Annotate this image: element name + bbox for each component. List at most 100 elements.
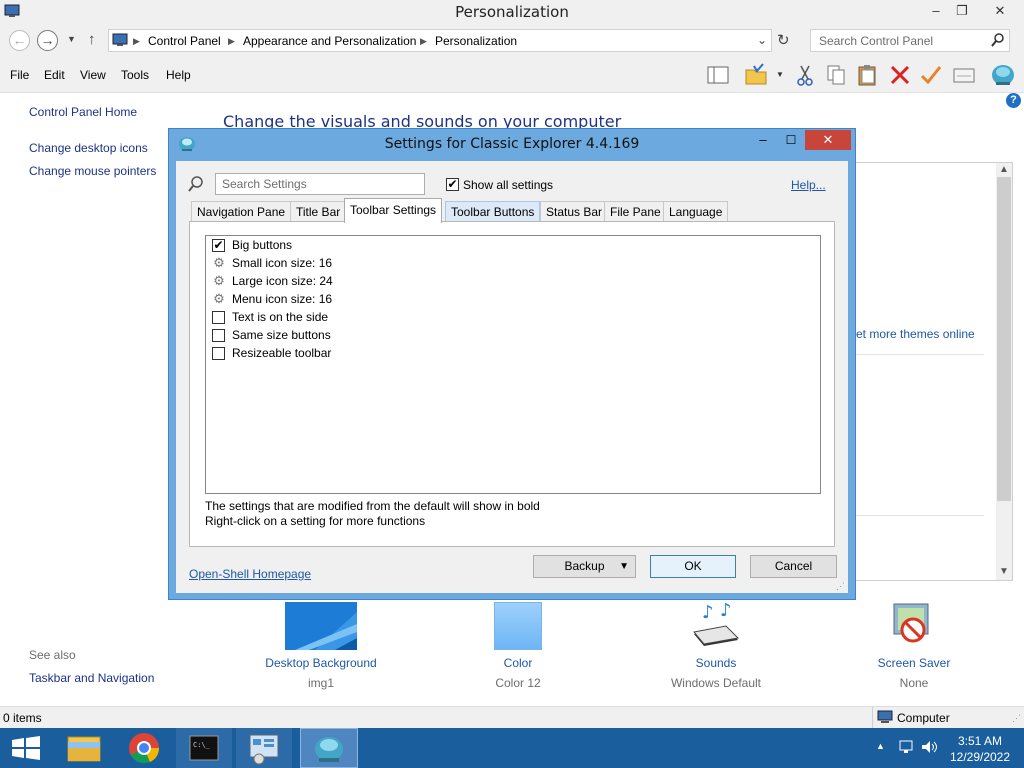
up-button[interactable]: ↑ — [88, 31, 96, 48]
panes-icon[interactable] — [706, 63, 730, 87]
text-on-side-checkbox[interactable] — [212, 311, 225, 324]
color-value: Color 12 — [495, 676, 541, 690]
search-control-panel-field[interactable]: Search Control Panel — [810, 29, 1010, 52]
settings-search-placeholder: Search Settings — [222, 177, 307, 191]
resizeable-toolbar-checkbox[interactable] — [212, 347, 225, 360]
location-text: Computer — [897, 711, 950, 725]
show-all-settings-label[interactable]: Show all settings — [463, 178, 553, 192]
copy-icon[interactable] — [824, 63, 848, 87]
refresh-icon[interactable]: ↻ — [777, 31, 790, 49]
cancel-button[interactable]: Cancel — [750, 555, 837, 578]
dialog-close-button[interactable]: ✕ — [805, 130, 851, 150]
breadcrumb-personalization[interactable]: Personalization — [435, 34, 517, 48]
dialog-maximize-button[interactable]: ☐ — [777, 130, 805, 150]
start-button[interactable] — [0, 728, 56, 768]
themes-section-divider-2 — [856, 515, 984, 516]
breadcrumb-appearance[interactable]: Appearance and Personalization — [243, 34, 416, 48]
menu-tools[interactable]: Tools — [121, 68, 149, 82]
window-title: Personalization — [455, 3, 569, 21]
classic-explorer-settings-icon[interactable] — [990, 63, 1014, 87]
settings-list[interactable]: ✔ Big buttons ⚙ Small icon size: 16 ⚙ La… — [205, 235, 821, 494]
desktop-background-label[interactable]: Desktop Background — [250, 656, 392, 670]
help-icon[interactable]: ? — [1006, 93, 1021, 108]
sounds-label[interactable]: Sounds — [645, 656, 787, 670]
tab-toolbar-buttons[interactable]: Toolbar Buttons — [445, 201, 541, 222]
tab-language[interactable]: Language — [663, 201, 729, 222]
open-shell-homepage-link[interactable]: Open-Shell Homepage — [189, 567, 311, 581]
ok-button[interactable]: OK — [650, 555, 736, 578]
menu-file[interactable]: File — [10, 68, 29, 82]
menu-help[interactable]: Help — [166, 68, 191, 82]
setting-label: Large icon size: 24 — [232, 274, 333, 288]
scroll-up-icon[interactable]: ▲ — [999, 164, 1009, 175]
change-mouse-pointers-link[interactable]: Change mouse pointers — [29, 164, 156, 178]
screen-saver-icon[interactable] — [888, 600, 940, 652]
items-count: 0 items — [3, 711, 42, 725]
setting-label: Text is on the side — [232, 310, 329, 324]
clock-date[interactable]: 12/29/2022 — [940, 750, 1020, 764]
folder-dropdown-icon[interactable]: ▼ — [776, 70, 784, 79]
get-more-themes-link[interactable]: et more themes online — [856, 327, 975, 341]
change-desktop-icons-link[interactable]: Change desktop icons — [29, 141, 148, 155]
delete-icon[interactable] — [888, 63, 912, 87]
clock-time[interactable]: 3:51 AM — [940, 734, 1020, 748]
tab-file-pane[interactable]: File Pane — [604, 201, 667, 222]
folder-settings-icon[interactable] — [744, 63, 768, 87]
settings-search-input[interactable]: Search Settings — [215, 173, 425, 195]
show-all-settings-checkbox[interactable]: ✔ — [446, 178, 459, 191]
chrome-taskbar-icon[interactable] — [116, 728, 172, 768]
paste-icon[interactable] — [856, 63, 880, 87]
address-dropdown-icon[interactable]: ⌄ — [757, 33, 767, 47]
forward-button[interactable]: → — [37, 30, 58, 51]
command-prompt-taskbar-icon[interactable]: C:\_ — [176, 728, 232, 768]
classic-explorer-taskbar-icon[interactable] — [300, 728, 358, 768]
control-panel-taskbar-icon[interactable] — [236, 728, 292, 768]
computer-icon — [877, 710, 893, 727]
dialog-resize-grip-icon[interactable]: ⋰ — [836, 581, 845, 592]
taskbar-navigation-link[interactable]: Taskbar and Navigation — [29, 671, 154, 685]
volume-icon[interactable] — [920, 739, 938, 758]
help-link[interactable]: Help... — [791, 178, 826, 192]
same-size-buttons-checkbox[interactable] — [212, 329, 225, 342]
themes-section-divider — [856, 354, 984, 355]
tab-title-bar[interactable]: Title Bar — [290, 201, 347, 222]
search-icon[interactable] — [991, 32, 1005, 51]
file-explorer-taskbar-icon[interactable] — [56, 728, 112, 768]
setting-label: Big buttons — [232, 238, 293, 252]
scroll-down-icon[interactable]: ▼ — [999, 566, 1009, 577]
back-button[interactable]: ← — [9, 30, 30, 51]
breadcrumb-control-panel[interactable]: Control Panel — [148, 34, 221, 48]
email-icon[interactable] — [952, 63, 976, 87]
recent-locations-icon[interactable]: ▼ — [67, 34, 76, 44]
show-hidden-icons-icon[interactable]: ▲ — [876, 741, 885, 751]
menu-view[interactable]: View — [80, 68, 106, 82]
tab-status-bar[interactable]: Status Bar — [540, 201, 609, 222]
classic-explorer-settings-dialog: Settings for Classic Explorer 4.4.169 – … — [168, 128, 856, 600]
themes-scrollbar[interactable]: ▲ ▼ — [996, 163, 1012, 580]
setting-label: Menu icon size: 16 — [232, 292, 333, 306]
close-button[interactable]: ✕ — [984, 0, 1016, 22]
setting-label: Resizeable toolbar — [232, 346, 332, 360]
scroll-thumb[interactable] — [997, 177, 1011, 501]
dialog-minimize-button[interactable]: – — [749, 130, 777, 150]
resize-grip-icon[interactable]: ⋰ — [1012, 713, 1021, 724]
cut-icon[interactable] — [793, 63, 817, 87]
screen-saver-label[interactable]: Screen Saver — [843, 656, 985, 670]
window-title-bar: Personalization – ❐ ✕ — [0, 0, 1024, 25]
address-field[interactable]: ▶ Control Panel ▶ Appearance and Persona… — [108, 29, 772, 52]
tab-navigation-pane[interactable]: Navigation Pane — [191, 201, 292, 222]
color-label[interactable]: Color — [447, 656, 589, 670]
sounds-icon[interactable]: ♪ ♪ — [690, 600, 742, 652]
maximize-button[interactable]: ❐ — [946, 0, 978, 22]
themes-list-box — [840, 162, 1013, 581]
color-swatch-icon[interactable] — [494, 602, 542, 650]
properties-checkmark-icon[interactable] — [919, 63, 943, 87]
network-icon[interactable] — [898, 739, 914, 758]
hint-line-1: The settings that are modified from the … — [205, 499, 540, 513]
big-buttons-checkbox[interactable]: ✔ — [212, 239, 225, 252]
backup-button[interactable]: Backup ▼ — [533, 555, 636, 578]
desktop-background-icon[interactable] — [285, 602, 357, 650]
tab-toolbar-settings[interactable]: Toolbar Settings — [344, 198, 443, 223]
menu-edit[interactable]: Edit — [44, 68, 65, 82]
control-panel-home-link[interactable]: Control Panel Home — [29, 105, 137, 119]
